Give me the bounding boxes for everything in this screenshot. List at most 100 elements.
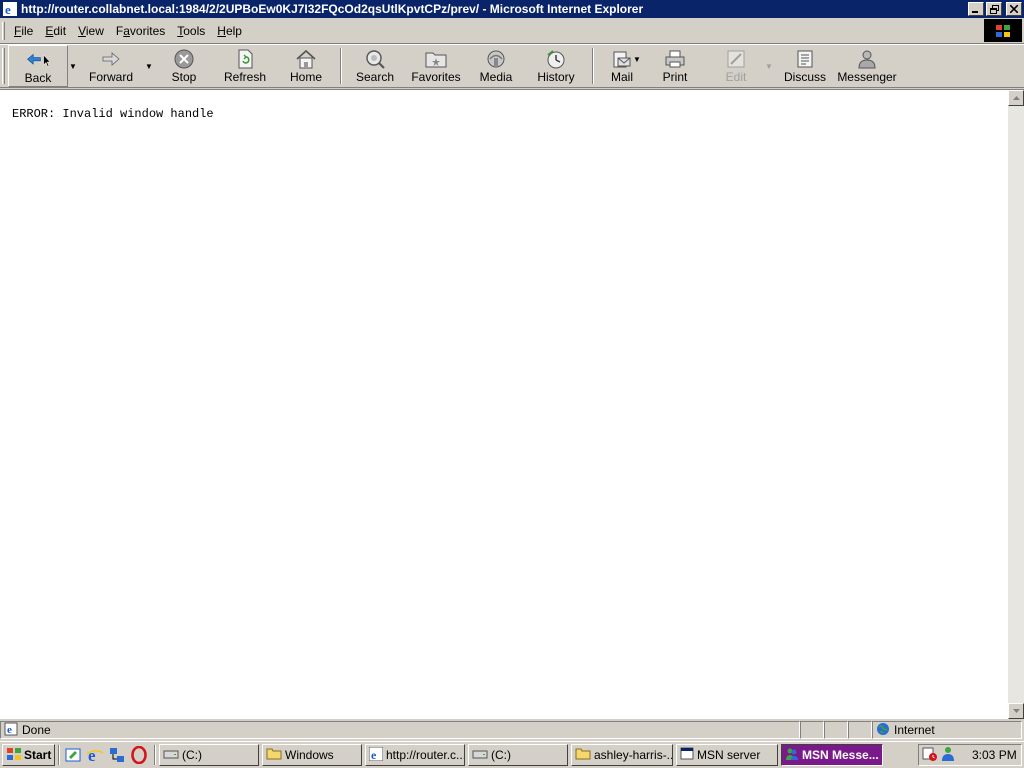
task-button-msn-messenger[interactable]: MSN Messe... — [781, 744, 883, 766]
taskbar: Start e (C:) Windows e http://router.c..… — [0, 741, 1024, 768]
task-button-msn-server[interactable]: MSN server — [676, 744, 778, 766]
task-button-ashley-harris[interactable]: ashley-harris-... — [571, 744, 673, 766]
print-button[interactable]: Print — [642, 45, 708, 87]
restore-button[interactable] — [986, 2, 1002, 16]
tray-clock[interactable]: 3:03 PM — [972, 748, 1017, 762]
history-icon — [544, 48, 568, 70]
messenger-button[interactable]: Messenger — [836, 45, 898, 87]
edit-page-icon — [724, 48, 748, 70]
home-button[interactable]: Home — [276, 45, 336, 87]
status-cell-empty — [824, 721, 848, 739]
toolbar-separator — [340, 48, 342, 84]
menu-tools[interactable]: Tools — [171, 24, 211, 38]
edit-label: Edit — [725, 70, 747, 84]
forward-label: Forward — [88, 70, 133, 84]
forward-arrow-icon — [99, 48, 123, 70]
mail-label: Mail — [610, 70, 633, 84]
svg-text:e: e — [7, 724, 12, 736]
menu-help[interactable]: Help — [211, 24, 248, 38]
discuss-button[interactable]: Discuss — [774, 45, 836, 87]
edit-dropdown-icon[interactable]: ▼ — [764, 45, 774, 87]
messenger-label: Messenger — [837, 70, 897, 84]
menu-view[interactable]: View — [72, 24, 110, 38]
windows-flag-icon — [6, 747, 22, 764]
ie-icon[interactable]: e — [3, 2, 17, 16]
task-button-drive-c[interactable]: (C:) — [159, 744, 259, 766]
menu-grip[interactable] — [2, 21, 5, 40]
menu-favorites[interactable]: Favorites — [110, 24, 171, 38]
menu-file[interactable]: File — [8, 24, 39, 38]
folder-icon — [575, 747, 591, 763]
windows-logo-icon — [984, 19, 1022, 42]
history-button[interactable]: History — [524, 45, 588, 87]
tray-schedule-icon[interactable] — [922, 746, 938, 765]
forward-dropdown-icon[interactable]: ▼ — [144, 45, 154, 87]
discuss-icon — [793, 48, 817, 70]
page-done-icon: e — [4, 722, 18, 739]
scroll-up-button[interactable] — [1008, 90, 1024, 106]
status-zone-cell[interactable]: Internet — [872, 721, 1022, 739]
msn-icon — [785, 747, 799, 764]
drive-icon — [472, 748, 488, 763]
refresh-label: Refresh — [223, 70, 267, 84]
tray-messenger-icon[interactable] — [941, 746, 955, 765]
page-content: ERROR: Invalid window handle — [0, 89, 1024, 719]
menu-bar: File Edit View Favorites Tools Help — [0, 18, 1024, 44]
window-icon — [680, 747, 694, 763]
task-button-ie[interactable]: e http://router.c... — [365, 744, 465, 766]
discuss-label: Discuss — [783, 70, 826, 84]
media-label: Media — [479, 70, 513, 84]
close-button[interactable] — [1006, 2, 1022, 16]
media-icon — [484, 48, 508, 70]
stop-label: Stop — [171, 70, 197, 84]
vertical-scrollbar[interactable] — [1008, 90, 1024, 719]
search-button[interactable]: Search — [346, 45, 404, 87]
task-label: Windows — [285, 748, 334, 762]
edit-button[interactable]: Edit — [708, 45, 764, 87]
status-bar: e Done Internet — [0, 720, 1024, 740]
window-title: http://router.collabnet.local:1984/2/2UP… — [21, 2, 644, 16]
menu-edit[interactable]: Edit — [39, 24, 72, 38]
media-button[interactable]: Media — [468, 45, 524, 87]
start-label: Start — [24, 748, 52, 762]
task-label: (C:) — [491, 748, 511, 762]
forward-button[interactable]: Forward — [78, 45, 144, 87]
search-icon — [363, 48, 387, 70]
mail-dropdown-icon[interactable]: ▼ — [632, 31, 642, 87]
status-cell-empty — [848, 721, 872, 739]
back-dropdown-icon[interactable]: ▼ — [68, 45, 78, 87]
home-label: Home — [289, 70, 322, 84]
title-bar[interactable]: e http://router.collabnet.local:1984/2/2… — [0, 0, 1024, 18]
task-label: http://router.c... — [386, 748, 465, 762]
taskbar-divider — [58, 745, 60, 765]
quicklaunch-opera-icon[interactable] — [129, 745, 149, 765]
refresh-button[interactable]: Refresh — [214, 45, 276, 87]
task-button-drive-c[interactable]: (C:) — [468, 744, 568, 766]
quicklaunch-desktop-icon[interactable] — [63, 745, 83, 765]
mail-icon — [610, 48, 634, 70]
search-label: Search — [355, 70, 395, 84]
error-message: ERROR: Invalid window handle — [12, 107, 214, 121]
folder-icon — [266, 747, 282, 763]
task-label: MSN Messe... — [802, 748, 879, 762]
quicklaunch-network-icon[interactable] — [107, 745, 127, 765]
back-label: Back — [24, 71, 52, 85]
print-label: Print — [662, 70, 688, 84]
favorites-folder-icon — [424, 48, 448, 70]
task-button-windows[interactable]: Windows — [262, 744, 362, 766]
start-button[interactable]: Start — [2, 744, 55, 766]
quicklaunch-ie-icon[interactable]: e — [85, 745, 105, 765]
toolbar-grip[interactable] — [2, 48, 5, 84]
stop-icon — [172, 48, 196, 70]
status-text-cell: e Done — [0, 721, 800, 739]
stop-button[interactable]: Stop — [154, 45, 214, 87]
minimize-button[interactable] — [968, 2, 984, 16]
standard-toolbar: Back ▼ Forward ▼ Stop Refresh Home Searc… — [0, 44, 1024, 88]
system-tray: 3:03 PM — [918, 744, 1022, 766]
home-icon — [294, 48, 318, 70]
back-button[interactable]: Back — [8, 45, 68, 87]
zone-label: Internet — [894, 723, 935, 737]
printer-icon — [663, 48, 687, 70]
scroll-down-button[interactable] — [1008, 703, 1024, 719]
favorites-button[interactable]: Favorites — [404, 45, 468, 87]
